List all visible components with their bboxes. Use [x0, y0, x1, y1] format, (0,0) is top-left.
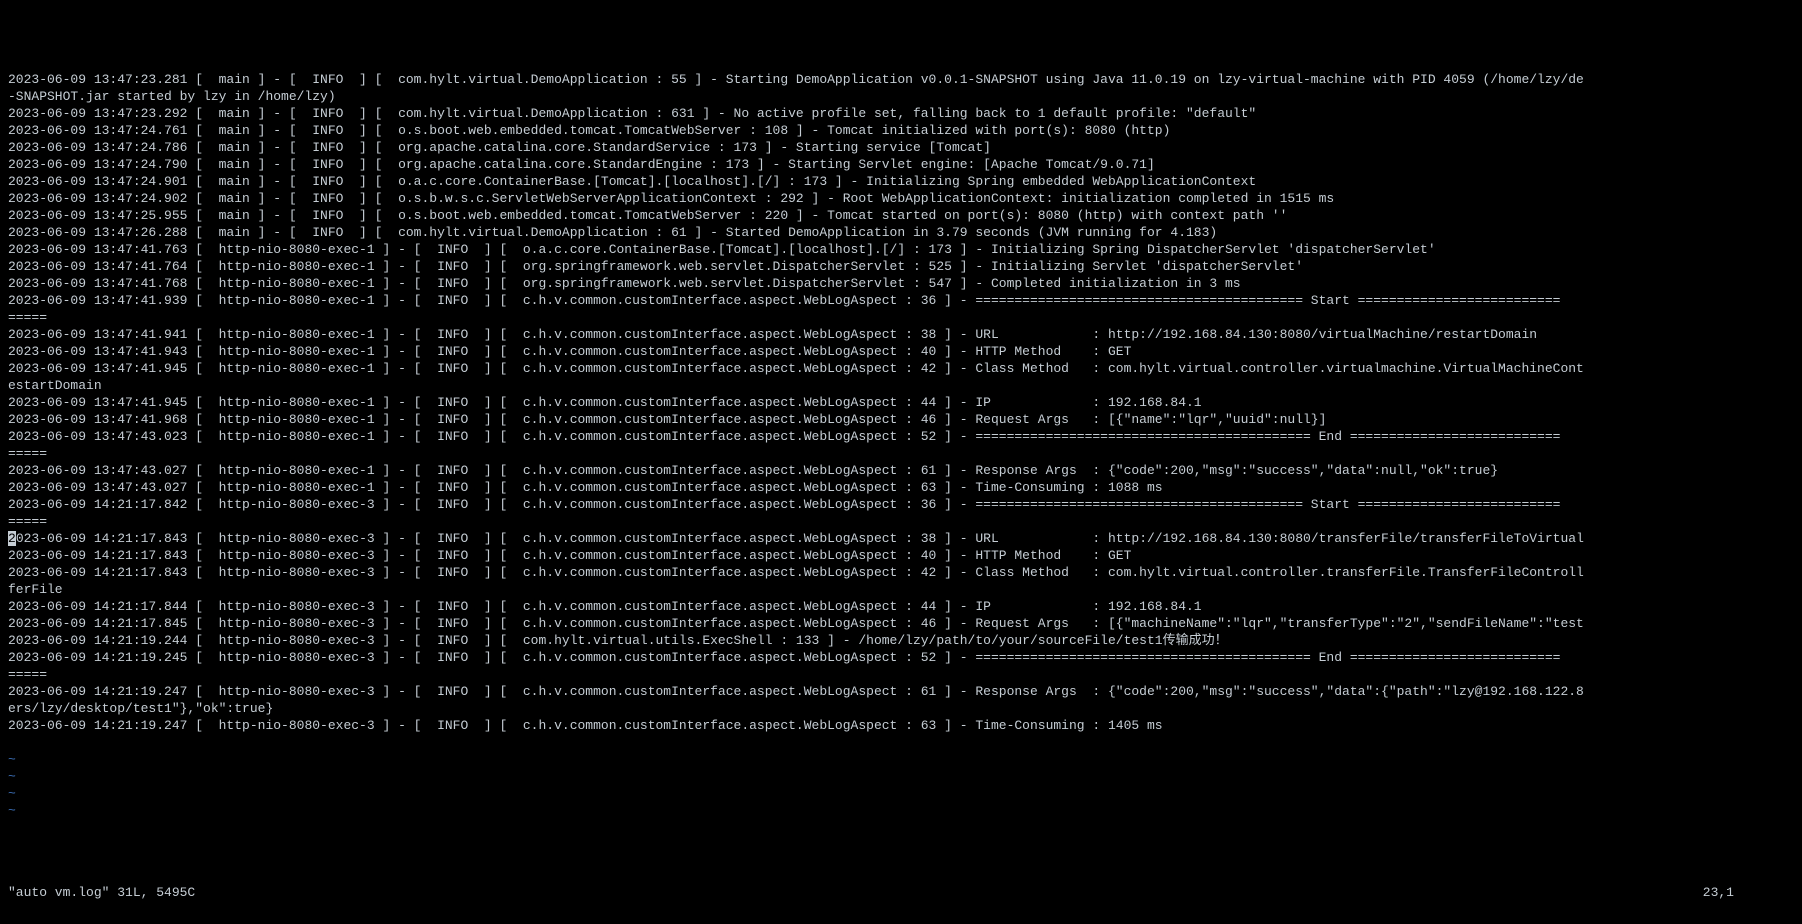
log-line: 2023-06-09 14:21:19.247 [ http-nio-8080-… [8, 717, 1794, 734]
log-line: 2023-06-09 14:21:17.843 [ http-nio-8080-… [8, 530, 1794, 547]
log-line: 2023-06-09 13:47:41.945 [ http-nio-8080-… [8, 394, 1794, 411]
log-line: 2023-06-09 13:47:23.281 [ main ] - [ INF… [8, 71, 1794, 88]
log-line: 2023-06-09 13:47:41.768 [ http-nio-8080-… [8, 275, 1794, 292]
log-line: 2023-06-09 13:47:43.027 [ http-nio-8080-… [8, 479, 1794, 496]
vim-empty-line: ~ [8, 768, 1794, 785]
log-line: 2023-06-09 14:21:17.845 [ http-nio-8080-… [8, 615, 1794, 632]
log-line: 2023-06-09 14:21:19.245 [ http-nio-8080-… [8, 649, 1794, 666]
log-line: 2023-06-09 13:47:24.790 [ main ] - [ INF… [8, 156, 1794, 173]
log-line: 2023-06-09 14:21:17.842 [ http-nio-8080-… [8, 496, 1794, 513]
log-line: ===== [8, 666, 1794, 683]
log-line: ===== [8, 445, 1794, 462]
log-line: 2023-06-09 13:47:41.945 [ http-nio-8080-… [8, 360, 1794, 377]
log-line: 2023-06-09 14:21:17.843 [ http-nio-8080-… [8, 564, 1794, 581]
log-line: 2023-06-09 13:47:23.292 [ main ] - [ INF… [8, 105, 1794, 122]
log-line: 2023-06-09 13:47:41.763 [ http-nio-8080-… [8, 241, 1794, 258]
log-line: estartDomain [8, 377, 1794, 394]
log-line: ===== [8, 309, 1794, 326]
log-line: -SNAPSHOT.jar started by lzy in /home/lz… [8, 88, 1794, 105]
log-line: 2023-06-09 14:21:19.247 [ http-nio-8080-… [8, 683, 1794, 700]
log-line: ers/lzy/desktop/test1"},"ok":true} [8, 700, 1794, 717]
log-line: 2023-06-09 13:47:24.786 [ main ] - [ INF… [8, 139, 1794, 156]
log-line: 2023-06-09 13:47:25.955 [ main ] - [ INF… [8, 207, 1794, 224]
log-line: ===== [8, 513, 1794, 530]
vim-status-bar: "auto vm.log" 31L, 5495C 23,1 [8, 884, 1794, 901]
vim-empty-line: ~ [8, 802, 1794, 819]
log-line: 2023-06-09 14:21:19.244 [ http-nio-8080-… [8, 632, 1794, 649]
log-line: 2023-06-09 13:47:24.901 [ main ] - [ INF… [8, 173, 1794, 190]
vim-empty-line: ~ [8, 751, 1794, 768]
log-line: ferFile [8, 581, 1794, 598]
log-line: 2023-06-09 13:47:41.941 [ http-nio-8080-… [8, 326, 1794, 343]
log-line: 2023-06-09 13:47:24.902 [ main ] - [ INF… [8, 190, 1794, 207]
log-line: 2023-06-09 14:21:17.843 [ http-nio-8080-… [8, 547, 1794, 564]
cursor-position: 23,1 [1703, 884, 1734, 901]
file-status-message: "auto vm.log" 31L, 5495C [8, 884, 195, 901]
log-line: 2023-06-09 14:21:17.844 [ http-nio-8080-… [8, 598, 1794, 615]
log-line: 2023-06-09 13:47:41.764 [ http-nio-8080-… [8, 258, 1794, 275]
log-line: 2023-06-09 13:47:41.943 [ http-nio-8080-… [8, 343, 1794, 360]
log-line: 2023-06-09 13:47:41.939 [ http-nio-8080-… [8, 292, 1794, 309]
vim-empty-line: ~ [8, 785, 1794, 802]
log-line: 2023-06-09 13:47:43.023 [ http-nio-8080-… [8, 428, 1794, 445]
log-line: 2023-06-09 13:47:24.761 [ main ] - [ INF… [8, 122, 1794, 139]
log-line: 2023-06-09 13:47:43.027 [ http-nio-8080-… [8, 462, 1794, 479]
log-line: 2023-06-09 13:47:41.968 [ http-nio-8080-… [8, 411, 1794, 428]
log-line: 2023-06-09 13:47:26.288 [ main ] - [ INF… [8, 224, 1794, 241]
empty-lines: ~~~~ [8, 751, 1794, 819]
terminal-log-output[interactable]: 2023-06-09 13:47:23.281 [ main ] - [ INF… [8, 71, 1794, 734]
